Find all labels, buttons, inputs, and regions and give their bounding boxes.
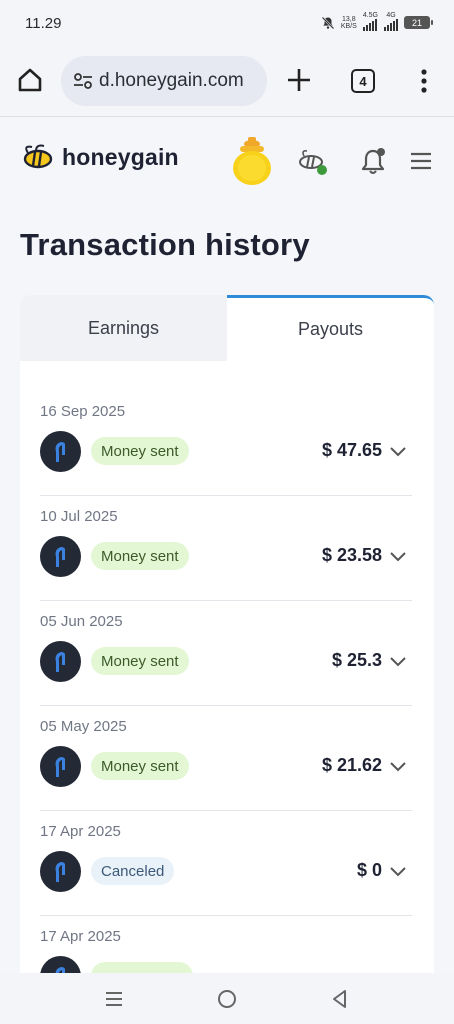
page-title: Transaction history — [20, 227, 310, 262]
site-settings-icon[interactable] — [73, 72, 93, 90]
paypal-icon — [40, 746, 81, 787]
paypal-icon — [40, 641, 81, 682]
referral-icon[interactable] — [296, 147, 330, 177]
network-2: 4G — [384, 12, 398, 33]
transaction-row[interactable]: 17 Apr 2025 Canceled $ 0 — [20, 811, 434, 916]
back-icon[interactable] — [328, 987, 352, 1011]
recent-apps-icon[interactable] — [102, 987, 126, 1011]
home-nav-icon[interactable] — [215, 987, 239, 1011]
transaction-row[interactable]: 05 May 2025 Money sent $ 21.62 — [20, 706, 434, 811]
notifications-icon[interactable] — [360, 147, 386, 175]
status-badge: Money sent — [91, 437, 189, 465]
net-speed-unit: KB/S — [340, 22, 357, 30]
transaction-date: 17 Apr 2025 — [40, 823, 121, 840]
chevron-down-icon[interactable] — [389, 654, 407, 668]
tab-payouts[interactable]: Payouts — [227, 295, 434, 361]
tab-switcher-button[interactable]: 4 — [351, 69, 375, 93]
home-icon[interactable] — [16, 66, 44, 94]
transaction-row[interactable]: 16 Sep 2025 Money sent $ 47.65 — [20, 391, 434, 496]
transaction-row[interactable]: 10 Jul 2025 Money sent $ 23.58 — [20, 496, 434, 601]
system-nav-bar — [0, 973, 454, 1024]
transaction-amount: $ 23.58 — [321, 545, 382, 565]
chevron-down-icon[interactable] — [389, 864, 407, 878]
status-badge: Canceled — [91, 857, 175, 885]
brand-wordmark: honeygain — [62, 143, 179, 170]
network-1-label: 4.5G — [362, 12, 378, 19]
battery-icon: 21 — [404, 16, 433, 29]
transaction-tabs: Earnings Payouts — [20, 295, 434, 361]
new-tab-icon[interactable] — [285, 66, 313, 94]
honey-pot-icon[interactable] — [230, 135, 274, 187]
net-speed: 13,8 KB/S — [341, 16, 357, 30]
bee-icon — [23, 144, 53, 169]
brand-logo[interactable]: honeygain — [20, 143, 179, 171]
hamburger-menu-icon[interactable] — [410, 151, 432, 171]
more-vert-icon[interactable] — [412, 68, 436, 94]
transaction-amount: $ 47.65 — [321, 440, 382, 460]
transaction-date: 16 Sep 2025 — [40, 403, 126, 420]
network-2-label: 4G — [386, 12, 396, 19]
paypal-icon — [40, 431, 81, 472]
signal-icon — [384, 19, 398, 31]
transactions-card: Earnings Payouts 16 Sep 2025 Money sent … — [20, 295, 434, 995]
transaction-date: 05 May 2025 — [40, 718, 127, 735]
status-badge: Money sent — [91, 752, 189, 780]
transaction-date: 17 Apr 2025 — [40, 928, 121, 945]
paypal-icon — [40, 536, 81, 577]
browser-toolbar: d.honeygain.com 4 — [0, 48, 454, 114]
status-icons: 13,8 KB/S 4.5G 4G 21 — [321, 12, 433, 33]
status-time: 11.29 — [25, 15, 62, 32]
net-speed-value: 13,8 — [342, 15, 356, 23]
transaction-amount: $ 21.62 — [321, 755, 382, 775]
address-bar[interactable]: d.honeygain.com — [61, 56, 267, 106]
site-content: honeygain Transaction history Earnings P… — [0, 117, 454, 995]
network-1: 4.5G — [363, 12, 378, 33]
transaction-date: 05 Jun 2025 — [40, 613, 123, 630]
chevron-down-icon[interactable] — [389, 549, 407, 563]
status-badge: Money sent — [91, 647, 189, 675]
transaction-row[interactable]: 05 Jun 2025 Money sent $ 25.3 — [20, 601, 434, 706]
signal-icon — [363, 19, 378, 31]
tab-earnings[interactable]: Earnings — [20, 295, 227, 361]
chevron-down-icon[interactable] — [389, 444, 407, 458]
status-badge: Money sent — [91, 542, 189, 570]
url-text[interactable]: d.honeygain.com — [99, 70, 244, 92]
transaction-date: 10 Jul 2025 — [40, 508, 118, 525]
bell-off-icon — [321, 16, 335, 29]
transaction-amount: $ 0 — [356, 860, 382, 880]
transaction-amount: $ 25.3 — [331, 650, 382, 670]
paypal-icon — [40, 851, 81, 892]
chevron-down-icon[interactable] — [389, 759, 407, 773]
status-bar: 11.29 13,8 KB/S 4.5G 4G 21 — [0, 0, 454, 48]
